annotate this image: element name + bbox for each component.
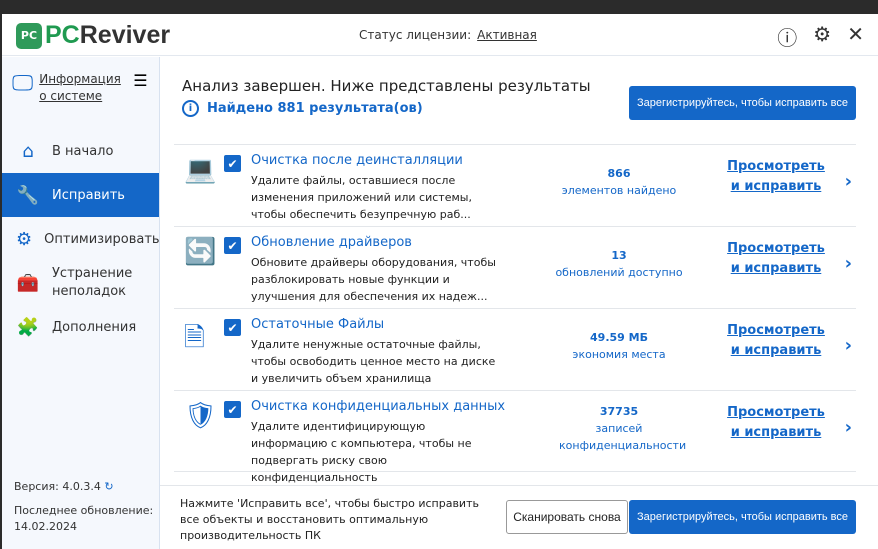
logo: PC PC Reviver (16, 21, 170, 50)
view-and-fix-link[interactable]: Просмотреть и исправить (722, 321, 830, 361)
sidebar-item-label: Дополнения (52, 319, 137, 335)
home-icon: ⌂ (22, 140, 34, 162)
row-count-label: элементов найдено (561, 184, 677, 197)
info-icon: i (182, 100, 199, 117)
version-info: Версия: 4.0.3.4 ↻ Последнее обновление: … (14, 479, 153, 535)
driver-icon: 🔄 (184, 237, 217, 267)
logo-pc: PC (45, 21, 80, 49)
row-title: Очистка конфиденциальных данных (251, 399, 506, 414)
row-count: 13 (611, 249, 627, 262)
header: PC PC Reviver Статус лицензии: Активная ⓘ … (2, 14, 878, 56)
row-title: Остаточные Файлы (251, 317, 385, 332)
laptop-broom-icon: 💻 (184, 155, 217, 185)
app-window: PC PC Reviver Статус лицензии: Активная ⓘ … (2, 14, 878, 549)
row-count: 37735 (599, 405, 639, 418)
puzzle-icon: 🧩 (16, 316, 40, 338)
rescan-button[interactable]: Сканировать снова (506, 500, 628, 534)
row-description: Обновите драйверы оборудования, чтобы ра… (251, 256, 496, 303)
privacy-shield-icon: 🛡 (184, 401, 218, 431)
version-value: 4.0.3.4 (62, 480, 101, 493)
chevron-right-icon[interactable]: › (845, 335, 852, 356)
footer: Нажмите 'Исправить все', чтобы быстро ис… (160, 485, 878, 549)
result-row: 🗎 ✔ Остаточные Файлы Удалите ненужные ос… (174, 308, 856, 390)
row-description: Удалите идентифицирующую информацию с ко… (251, 420, 472, 484)
sidebar: 🖵 Информация о системе ☰ ⌂ В начало 🔧 Испр… (2, 57, 160, 549)
system-info-link[interactable]: Информация о системе (39, 71, 127, 105)
gear-icon[interactable]: ⚙ (813, 22, 831, 51)
row-checkbox[interactable]: ✔ (224, 237, 241, 254)
gear-icon: ⚙ (16, 228, 33, 250)
chevron-right-icon[interactable]: › (845, 417, 852, 438)
register-fix-all-button-footer[interactable]: Зарегистрируйтесь, чтобы исправить все (629, 500, 856, 534)
view-and-fix-link[interactable]: Просмотреть и исправить (722, 157, 830, 197)
updated-value: 14.02.2024 (14, 520, 77, 533)
logo-reviver: Reviver (79, 21, 171, 49)
chevron-right-icon[interactable]: › (845, 253, 852, 274)
register-fix-all-button[interactable]: Зарегистрируйтесь, чтобы исправить все (629, 86, 856, 120)
refresh-icon[interactable]: ↻ (104, 480, 113, 493)
results-panel: Анализ завершен. Ниже представлены резул… (168, 57, 856, 485)
view-and-fix-link[interactable]: Просмотреть и исправить (722, 239, 830, 279)
help-icon[interactable]: ⓘ (777, 22, 797, 51)
toolbox-icon: 🧰 (16, 272, 40, 294)
wrench-icon: 🔧 (16, 184, 40, 206)
sidebar-item-troubleshoot[interactable]: 🧰 Устранение неполадок (2, 261, 159, 305)
sidebar-item-label: Устранение неполадок (52, 266, 133, 299)
result-row: 🔄 ✔ Обновление драйверов Обновите драйве… (174, 226, 856, 308)
sidebar-item-label: Оптимизировать (44, 231, 160, 247)
row-title: Обновление драйверов (251, 235, 412, 250)
logo-badge: PC (16, 22, 42, 49)
chevron-right-icon[interactable]: › (845, 171, 852, 192)
row-description: Удалите файлы, оставшиеся после изменени… (251, 174, 472, 221)
results-count: i Найдено 881 результата(ов) (182, 100, 423, 117)
row-count-label: экономия места (572, 348, 666, 361)
sidebar-item-addons[interactable]: 🧩 Дополнения (2, 305, 159, 349)
footer-hint: Нажмите 'Исправить все', чтобы быстро ис… (180, 497, 479, 542)
result-row: 💻 ✔ Очистка после деинсталляции Удалите … (174, 144, 856, 226)
sidebar-item-label: Исправить (52, 187, 125, 203)
row-checkbox[interactable]: ✔ (224, 319, 241, 336)
row-checkbox[interactable]: ✔ (224, 155, 241, 172)
sidebar-item-home[interactable]: ⌂ В начало (2, 129, 159, 173)
row-count: 866 (607, 167, 631, 180)
row-description: Удалите ненужные остаточные файлы, чтобы… (251, 338, 496, 385)
close-icon[interactable]: ✕ (847, 22, 864, 51)
row-count-label: записей конфиденциальности (559, 422, 687, 452)
monitor-icon: 🖵 (12, 71, 34, 96)
license-label: Статус лицензии: (359, 28, 472, 42)
license-status: Статус лицензии: Активная (359, 28, 537, 42)
row-count: 49.59 МБ (590, 331, 648, 344)
version-label: Версия: (14, 480, 59, 493)
updated-label: Последнее обновление: (14, 504, 154, 517)
sidebar-item-optimize[interactable]: ⚙ Оптимизировать (2, 217, 160, 261)
row-checkbox[interactable]: ✔ (224, 401, 241, 418)
file-trash-icon: 🗎 (184, 323, 205, 353)
result-row: 🛡 ✔ Очистка конфиденциальных данных Удал… (174, 390, 856, 484)
sidebar-item-fix[interactable]: 🔧 Исправить (2, 173, 159, 217)
collapse-menu-icon[interactable]: ☰ (133, 71, 147, 90)
license-link[interactable]: Активная (477, 28, 537, 42)
row-count-label: обновлений доступно (555, 266, 683, 279)
results-count-text: Найдено 881 результата(ов) (207, 101, 423, 116)
row-title: Очистка после деинсталляции (251, 153, 463, 168)
page-title: Анализ завершен. Ниже представлены резул… (182, 77, 591, 95)
view-and-fix-link[interactable]: Просмотреть и исправить (722, 403, 830, 443)
sidebar-item-label: В начало (52, 143, 114, 159)
